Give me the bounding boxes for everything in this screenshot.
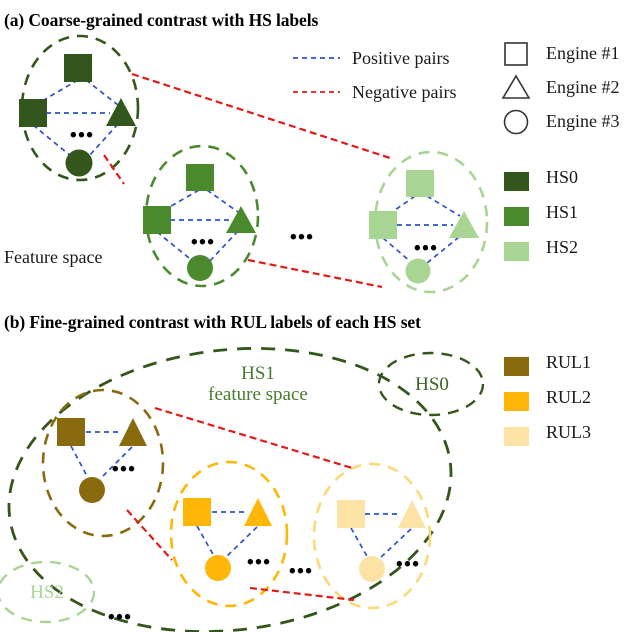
rul3-engine2-triangle [398, 500, 426, 528]
rul2-engine3-circle [205, 555, 231, 581]
rul1-engine1-square [57, 418, 85, 446]
hs1-feature-space-label-line1: HS1 [241, 363, 275, 384]
rul2-cluster-boundary [169, 460, 289, 608]
rul2-engine1-square [183, 498, 211, 526]
rul2-legend-label: RUL2 [546, 387, 591, 407]
rul3-engine3-circle [359, 556, 385, 582]
rul1-legend-swatch [504, 357, 529, 376]
panel-b-bottom-ellipsis: ••• [108, 607, 133, 628]
rul3-legend-swatch [504, 427, 529, 446]
rul2-legend-swatch [504, 392, 529, 411]
panel-b-between-clusters-ellipsis: ••• [289, 561, 314, 582]
hs1-feature-space-label: HS1 feature space [178, 363, 338, 406]
figure-root: (a) Coarse-grained contrast with HS labe… [0, 0, 640, 632]
rul2-cluster-ellipsis: ••• [247, 552, 272, 573]
rul1-engine2-triangle [119, 418, 147, 446]
rul1-legend-label: RUL1 [546, 352, 591, 372]
hs0-small-label: HS0 [415, 374, 449, 395]
hs2-small-label: HS2 [30, 582, 64, 603]
rul3-cluster-ellipsis: ••• [396, 554, 421, 575]
rul1-engine3-circle [79, 477, 105, 503]
rul2-engine2-triangle [244, 498, 272, 526]
rul3-engine1-square [337, 500, 365, 528]
panel-b-rul2-cluster [169, 460, 289, 608]
hs1-feature-space-label-line2: feature space [208, 384, 308, 406]
rul3-legend-label: RUL3 [546, 422, 591, 442]
rul1-cluster-ellipsis: ••• [112, 459, 137, 480]
panel-b-graphics [0, 347, 485, 632]
